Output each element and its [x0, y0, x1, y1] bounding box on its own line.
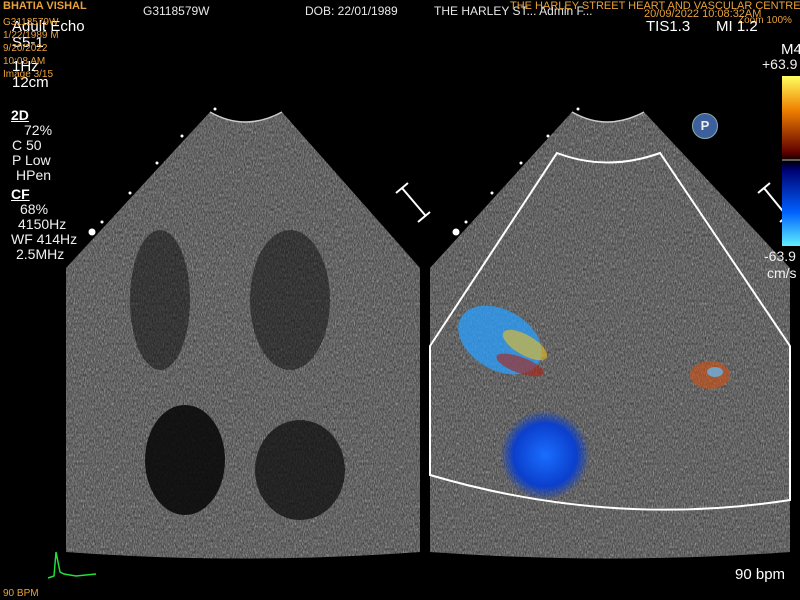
overlay-date: 9/20/2022 [3, 43, 48, 54]
color-jet-blue [500, 410, 590, 500]
header-patient-id: G3118579W [143, 4, 210, 18]
mode-cf-gain: 68% [20, 201, 49, 217]
mode-2d-gain: 72% [24, 122, 53, 138]
p-badge[interactable]: P [692, 113, 718, 139]
heart-rate: 90 bpm [735, 566, 786, 583]
mode-cf-freq: 2.5MHz [16, 246, 65, 262]
right-colorflow-sector [430, 112, 790, 559]
header-dob: DOB: 22/01/1989 [305, 4, 398, 18]
p-badge-label: P [700, 118, 710, 133]
mi-index: MI 1.2 [716, 18, 758, 35]
tis-index: TIS1.3 [646, 18, 691, 35]
ultrasound-canvas [47, 76, 800, 579]
mode-2d-compress: C 50 [12, 137, 42, 153]
overlay-time: 10:08 AM [3, 56, 46, 67]
overlay-patient-id: G3118579W [3, 17, 59, 28]
overlay-image-count: Image 3/15 [3, 69, 54, 80]
mode-cf-prf: 4150Hz [18, 216, 67, 232]
mode-cf-wall-filter: WF 414Hz [11, 231, 78, 247]
overlay-dob: 1/22/1989 M [3, 30, 59, 41]
mode-2d-power: P Low [12, 152, 51, 168]
ecg-trace [47, 551, 97, 579]
mode-cf-label: CF [11, 186, 30, 202]
color-scale-bottom: -63.9 [764, 248, 796, 264]
ecg-rate: 90 BPM [3, 588, 39, 599]
overlay-patient-name: BHATIA VISHAL [3, 0, 87, 12]
mode-2d-harmonic: HPen [16, 167, 52, 183]
color-scale-top: +63.9 [762, 56, 798, 72]
color-scale-bar [782, 76, 800, 246]
color-scale-unit: cm/s [767, 265, 797, 281]
left-2d-sector [66, 112, 420, 559]
mode-2d-label: 2D [11, 107, 29, 123]
